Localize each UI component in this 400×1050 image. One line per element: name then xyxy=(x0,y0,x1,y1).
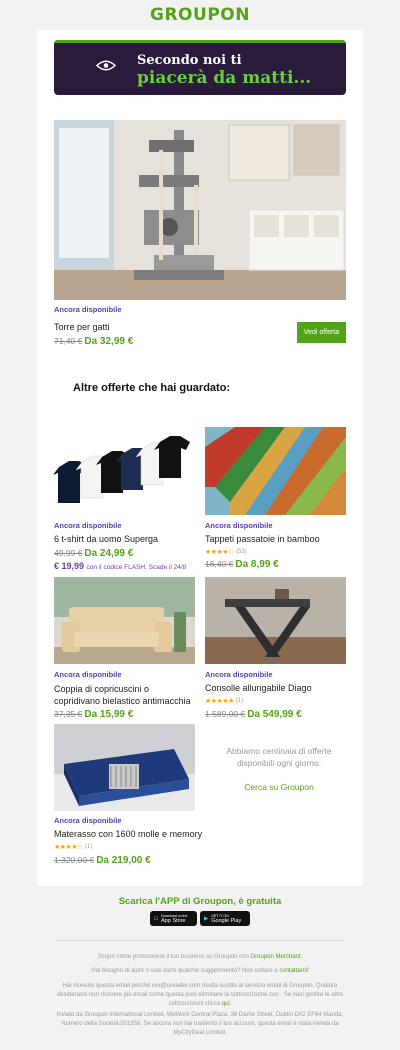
review-count: (1) xyxy=(235,698,244,704)
app-store-badge[interactable]:  Download on the App Store xyxy=(150,911,197,926)
offer-old-price: 1.320,00 € xyxy=(54,855,95,865)
offer-price: 1.589,00 € Da 549,99 € xyxy=(205,709,302,720)
offer-availability: Ancora disponibile xyxy=(54,816,122,825)
hero-product-image[interactable] xyxy=(54,120,346,300)
contact-link[interactable]: contattarci! xyxy=(279,968,308,974)
offer-image-console[interactable] xyxy=(205,577,346,664)
section-title: Altre offerte che hai guardato: xyxy=(73,382,231,394)
offer-image-tshirts[interactable] xyxy=(54,427,195,515)
offer-image-mattress[interactable] xyxy=(54,724,195,811)
review-count: (1) xyxy=(84,844,93,850)
star-rating-icon: ★★★★★ xyxy=(205,698,234,705)
eye-icon xyxy=(96,60,116,71)
offer-old-price: 37,35 € xyxy=(54,709,83,719)
offer-title[interactable]: Tappeti passatoie in bamboo xyxy=(205,534,320,544)
view-offer-button[interactable]: Vedi offerta xyxy=(297,322,346,343)
offer-title[interactable]: 6 t-shirt da uomo Superga xyxy=(54,534,158,544)
offer-title[interactable]: Consolle allungabile Diago xyxy=(205,683,312,693)
offer-availability: Ancora disponibile xyxy=(54,521,122,530)
banner-line1: Secondo noi ti xyxy=(137,53,242,68)
offer-title[interactable]: Coppia di copricuscini o copridivano bie… xyxy=(54,683,195,707)
offer-new-price: Da 549,99 € xyxy=(247,709,302,720)
hero-price: 71,40 € Da 32,99 € xyxy=(54,336,133,347)
footer-divider xyxy=(55,940,345,941)
merchant-note: Scopri come promuovere il tuo business s… xyxy=(50,953,350,962)
offer-availability: Ancora disponibile xyxy=(205,670,273,679)
offer-old-price: 16,40 € xyxy=(205,559,234,569)
offer-new-price: Da 24,99 € xyxy=(84,548,134,559)
star-rating-icon: ★★★★☆ xyxy=(54,844,83,851)
banner-line2: piacerà da matti... xyxy=(137,68,312,88)
star-rating-icon: ★★★★☆ xyxy=(205,549,234,556)
subscription-text: Hai ricevuto questa email perché xxx@ure… xyxy=(56,983,344,1007)
help-note: Hai bisogno di aiuto o vuoi darci qualch… xyxy=(50,967,350,976)
hero-availability: Ancora disponibile xyxy=(54,305,122,314)
google-play-text: GET IT ON Google Play xyxy=(211,914,241,924)
offer-price: 37,35 € Da 15,99 € xyxy=(54,709,133,720)
merchant-text: Scopri come promuovere il tuo business s… xyxy=(97,954,249,960)
promo-text: con il codice FLASH, Scade il 24/8 xyxy=(86,564,187,571)
offer-rating: ★★★★★ (1) xyxy=(205,697,243,705)
offer-new-price: Da 219,00 € xyxy=(96,855,151,866)
groupon-logo[interactable]: GROUPON xyxy=(150,5,250,25)
offer-old-price: 49,99 € xyxy=(54,548,83,558)
offer-price: 1.320,00 € Da 219,00 € xyxy=(54,855,151,866)
offer-new-price: Da 8,99 € xyxy=(235,559,279,570)
search-groupon-link[interactable]: Cerca su Groupon xyxy=(214,782,344,792)
header: GROUPON xyxy=(0,0,400,30)
hero-new-price: Da 32,99 € xyxy=(84,336,134,347)
offer-new-price: Da 15,99 € xyxy=(84,709,134,720)
subscription-note: Hai ricevuto questa email perché xxx@ure… xyxy=(50,982,350,1009)
offer-rating: ★★★★☆ (1) xyxy=(54,843,92,851)
google-play-badge[interactable]: ▶ GET IT ON Google Play xyxy=(200,911,250,926)
google-play-icon: ▶ xyxy=(204,915,209,922)
offer-price: 16,40 € Da 8,99 € xyxy=(205,559,279,570)
offer-price: 49,99 € Da 24,99 € xyxy=(54,548,133,559)
offer-image-bamboo[interactable] xyxy=(205,427,346,515)
recommendation-banner[interactable]: Secondo noi ti piacerà da matti... xyxy=(54,40,346,95)
app-store-text: Download on the App Store xyxy=(161,914,187,924)
offer-old-price: 1.589,00 € xyxy=(205,709,246,719)
help-text: Hai bisogno di aiuto o vuoi darci qualch… xyxy=(91,968,278,974)
google-play-label: Google Play xyxy=(211,917,242,924)
app-download-title: Scarica l'APP di Groupon, è gratuita xyxy=(118,896,282,907)
hero-title[interactable]: Torre per gatti xyxy=(54,322,110,332)
promo-price: € 19,99 xyxy=(54,561,85,571)
manage-subscriptions-link[interactable]: qui. xyxy=(222,1001,232,1007)
apple-icon:  xyxy=(154,916,158,922)
offer-availability: Ancora disponibile xyxy=(205,521,273,530)
offer-availability: Ancora disponibile xyxy=(54,670,122,679)
promo-line: € 19,99 con il codice FLASH, Scade il 24… xyxy=(54,561,186,571)
offer-title[interactable]: Materasso con 1600 molle e memory xyxy=(54,829,202,839)
hero-old-price: 71,40 € xyxy=(54,336,83,346)
app-store-label: App Store xyxy=(157,917,185,924)
more-offers-message: Abbiamo centinaia di offerte disponibili… xyxy=(226,746,332,768)
offer-rating: ★★★★☆ (53) xyxy=(205,548,247,556)
merchant-link[interactable]: Groupon Merchant. xyxy=(251,954,303,960)
review-count: (53) xyxy=(235,549,247,555)
banner-accent-bar xyxy=(54,40,346,43)
email-card: Secondo noi ti piacerà da matti... Ancor… xyxy=(37,30,363,886)
offer-image-sofa[interactable] xyxy=(54,577,195,664)
legal-note: Inviato da Groupon International Limited… xyxy=(56,1012,344,1036)
